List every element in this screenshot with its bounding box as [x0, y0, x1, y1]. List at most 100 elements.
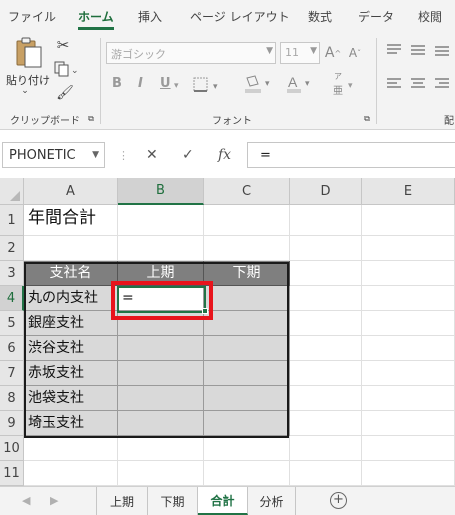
font-shrink-icon[interactable]: Aˇ	[347, 44, 363, 62]
phonetic-dropdown-icon[interactable]: ▾	[348, 81, 353, 91]
column-header-a[interactable]: A	[24, 178, 118, 205]
font-color-icon[interactable]: A ▾	[286, 74, 316, 94]
cell-e10[interactable]	[362, 436, 455, 461]
row-header-7[interactable]: 7	[0, 361, 24, 386]
column-header-c[interactable]: C	[204, 178, 290, 205]
tab-file[interactable]: ファイル	[8, 8, 56, 25]
row-header-8[interactable]: 8	[0, 386, 24, 411]
row-header-11[interactable]: 11	[0, 461, 24, 486]
cell-c2[interactable]	[204, 236, 290, 261]
italic-button[interactable]: I	[138, 76, 143, 91]
fill-handle[interactable]	[202, 308, 208, 314]
cell-a5[interactable]: 銀座支社	[24, 311, 118, 336]
add-sheet-icon[interactable]: +	[330, 492, 347, 509]
font-size-select[interactable]: 11 ▼	[280, 42, 320, 64]
borders-icon[interactable]: ▾	[192, 76, 230, 94]
cell-c10[interactable]	[204, 436, 290, 461]
tab-home[interactable]: ホーム	[78, 8, 114, 25]
cell-b7[interactable]	[118, 361, 204, 386]
cell-b10[interactable]	[118, 436, 204, 461]
font-grow-icon[interactable]: A ^	[325, 44, 341, 62]
cell-b8[interactable]	[118, 386, 204, 411]
name-box[interactable]: PHONETIC ▼	[2, 142, 105, 168]
enter-entry-button[interactable]: ✓	[182, 147, 194, 163]
cell-d6[interactable]	[290, 336, 362, 361]
cell-c1[interactable]	[204, 205, 290, 236]
cell-e3[interactable]	[362, 261, 455, 286]
insert-function-button[interactable]: fx	[218, 147, 231, 163]
sheet-tab-first-half[interactable]: 上期	[96, 487, 148, 515]
sheet-tab-second-half[interactable]: 下期	[148, 487, 198, 515]
format-painter-icon[interactable]: 🖌	[56, 84, 74, 102]
cell-a4[interactable]: 丸の内支社	[24, 286, 118, 311]
font-launcher-icon[interactable]: ⧉	[362, 114, 372, 124]
cell-e7[interactable]	[362, 361, 455, 386]
cell-d5[interactable]	[290, 311, 362, 336]
paste-dropdown-icon[interactable]: ⌄	[20, 86, 30, 96]
cell-c3[interactable]: 下期	[204, 261, 290, 286]
cell-e11[interactable]	[362, 461, 455, 486]
cell-c8[interactable]	[204, 386, 290, 411]
copy-icon[interactable]: ⌄	[54, 60, 80, 78]
cell-e6[interactable]	[362, 336, 455, 361]
sheet-tab-analysis[interactable]: 分析	[248, 487, 296, 515]
column-header-e[interactable]: E	[362, 178, 455, 205]
cell-c4[interactable]	[204, 286, 290, 311]
tab-insert[interactable]: 挿入	[138, 8, 162, 25]
cell-e9[interactable]	[362, 411, 455, 436]
row-header-9[interactable]: 9	[0, 411, 24, 436]
paste-icon[interactable]	[12, 36, 46, 70]
cell-a11[interactable]	[24, 461, 118, 486]
tab-review[interactable]: 校閲	[418, 8, 442, 25]
cell-b3[interactable]: 上期	[118, 261, 204, 286]
cell-a3[interactable]: 支社名	[24, 261, 118, 286]
underline-dropdown-icon[interactable]: ▾	[174, 81, 179, 91]
cell-d7[interactable]	[290, 361, 362, 386]
tab-formulas[interactable]: 数式	[308, 8, 332, 25]
cell-a9[interactable]: 埼玉支社	[24, 411, 118, 436]
cell-d9[interactable]	[290, 411, 362, 436]
cell-d11[interactable]	[290, 461, 362, 486]
cell-d1[interactable]	[290, 205, 362, 236]
cell-c9[interactable]	[204, 411, 290, 436]
row-header-5[interactable]: 5	[0, 311, 24, 336]
vertical-align-icons[interactable]	[384, 42, 454, 58]
cell-e4[interactable]	[362, 286, 455, 311]
cell-a8[interactable]: 池袋支社	[24, 386, 118, 411]
row-header-1[interactable]: 1	[0, 205, 24, 236]
cell-d10[interactable]	[290, 436, 362, 461]
row-header-6[interactable]: 6	[0, 336, 24, 361]
cut-icon[interactable]: ✂	[54, 36, 72, 54]
row-header-2[interactable]: 2	[0, 236, 24, 261]
row-header-4[interactable]: 4	[0, 286, 24, 311]
formula-input[interactable]: =	[247, 142, 455, 168]
clipboard-launcher-icon[interactable]: ⧉	[86, 114, 96, 124]
select-all-button[interactable]	[0, 178, 24, 205]
tab-page-layout[interactable]: ページ レイアウト	[190, 8, 290, 25]
horizontal-align-icons[interactable]	[384, 76, 454, 92]
sheet-tab-total[interactable]: 合計	[198, 487, 248, 515]
cell-e1[interactable]	[362, 205, 455, 236]
cell-b6[interactable]	[118, 336, 204, 361]
cell-b4[interactable]: =	[118, 286, 204, 311]
cell-a1[interactable]: 年間合計	[24, 205, 118, 236]
cell-a10[interactable]	[24, 436, 118, 461]
fill-color-icon[interactable]: ▾	[242, 74, 276, 94]
column-header-b[interactable]: B	[118, 178, 204, 205]
row-header-10[interactable]: 10	[0, 436, 24, 461]
cell-a7[interactable]: 赤坂支社	[24, 361, 118, 386]
sheet-next-icon[interactable]: ▶	[50, 494, 58, 507]
cell-e5[interactable]	[362, 311, 455, 336]
cell-e2[interactable]	[362, 236, 455, 261]
row-header-3[interactable]: 3	[0, 261, 24, 286]
underline-button[interactable]: U	[160, 76, 171, 91]
cell-b1[interactable]	[118, 205, 204, 236]
cell-b9[interactable]	[118, 411, 204, 436]
cell-d8[interactable]	[290, 386, 362, 411]
cell-d2[interactable]	[290, 236, 362, 261]
sheet-prev-icon[interactable]: ◀	[22, 494, 30, 507]
bold-button[interactable]: B	[112, 76, 122, 91]
cell-e8[interactable]	[362, 386, 455, 411]
cell-d3[interactable]	[290, 261, 362, 286]
phonetic-guide-icon[interactable]: ア亜	[330, 72, 346, 97]
